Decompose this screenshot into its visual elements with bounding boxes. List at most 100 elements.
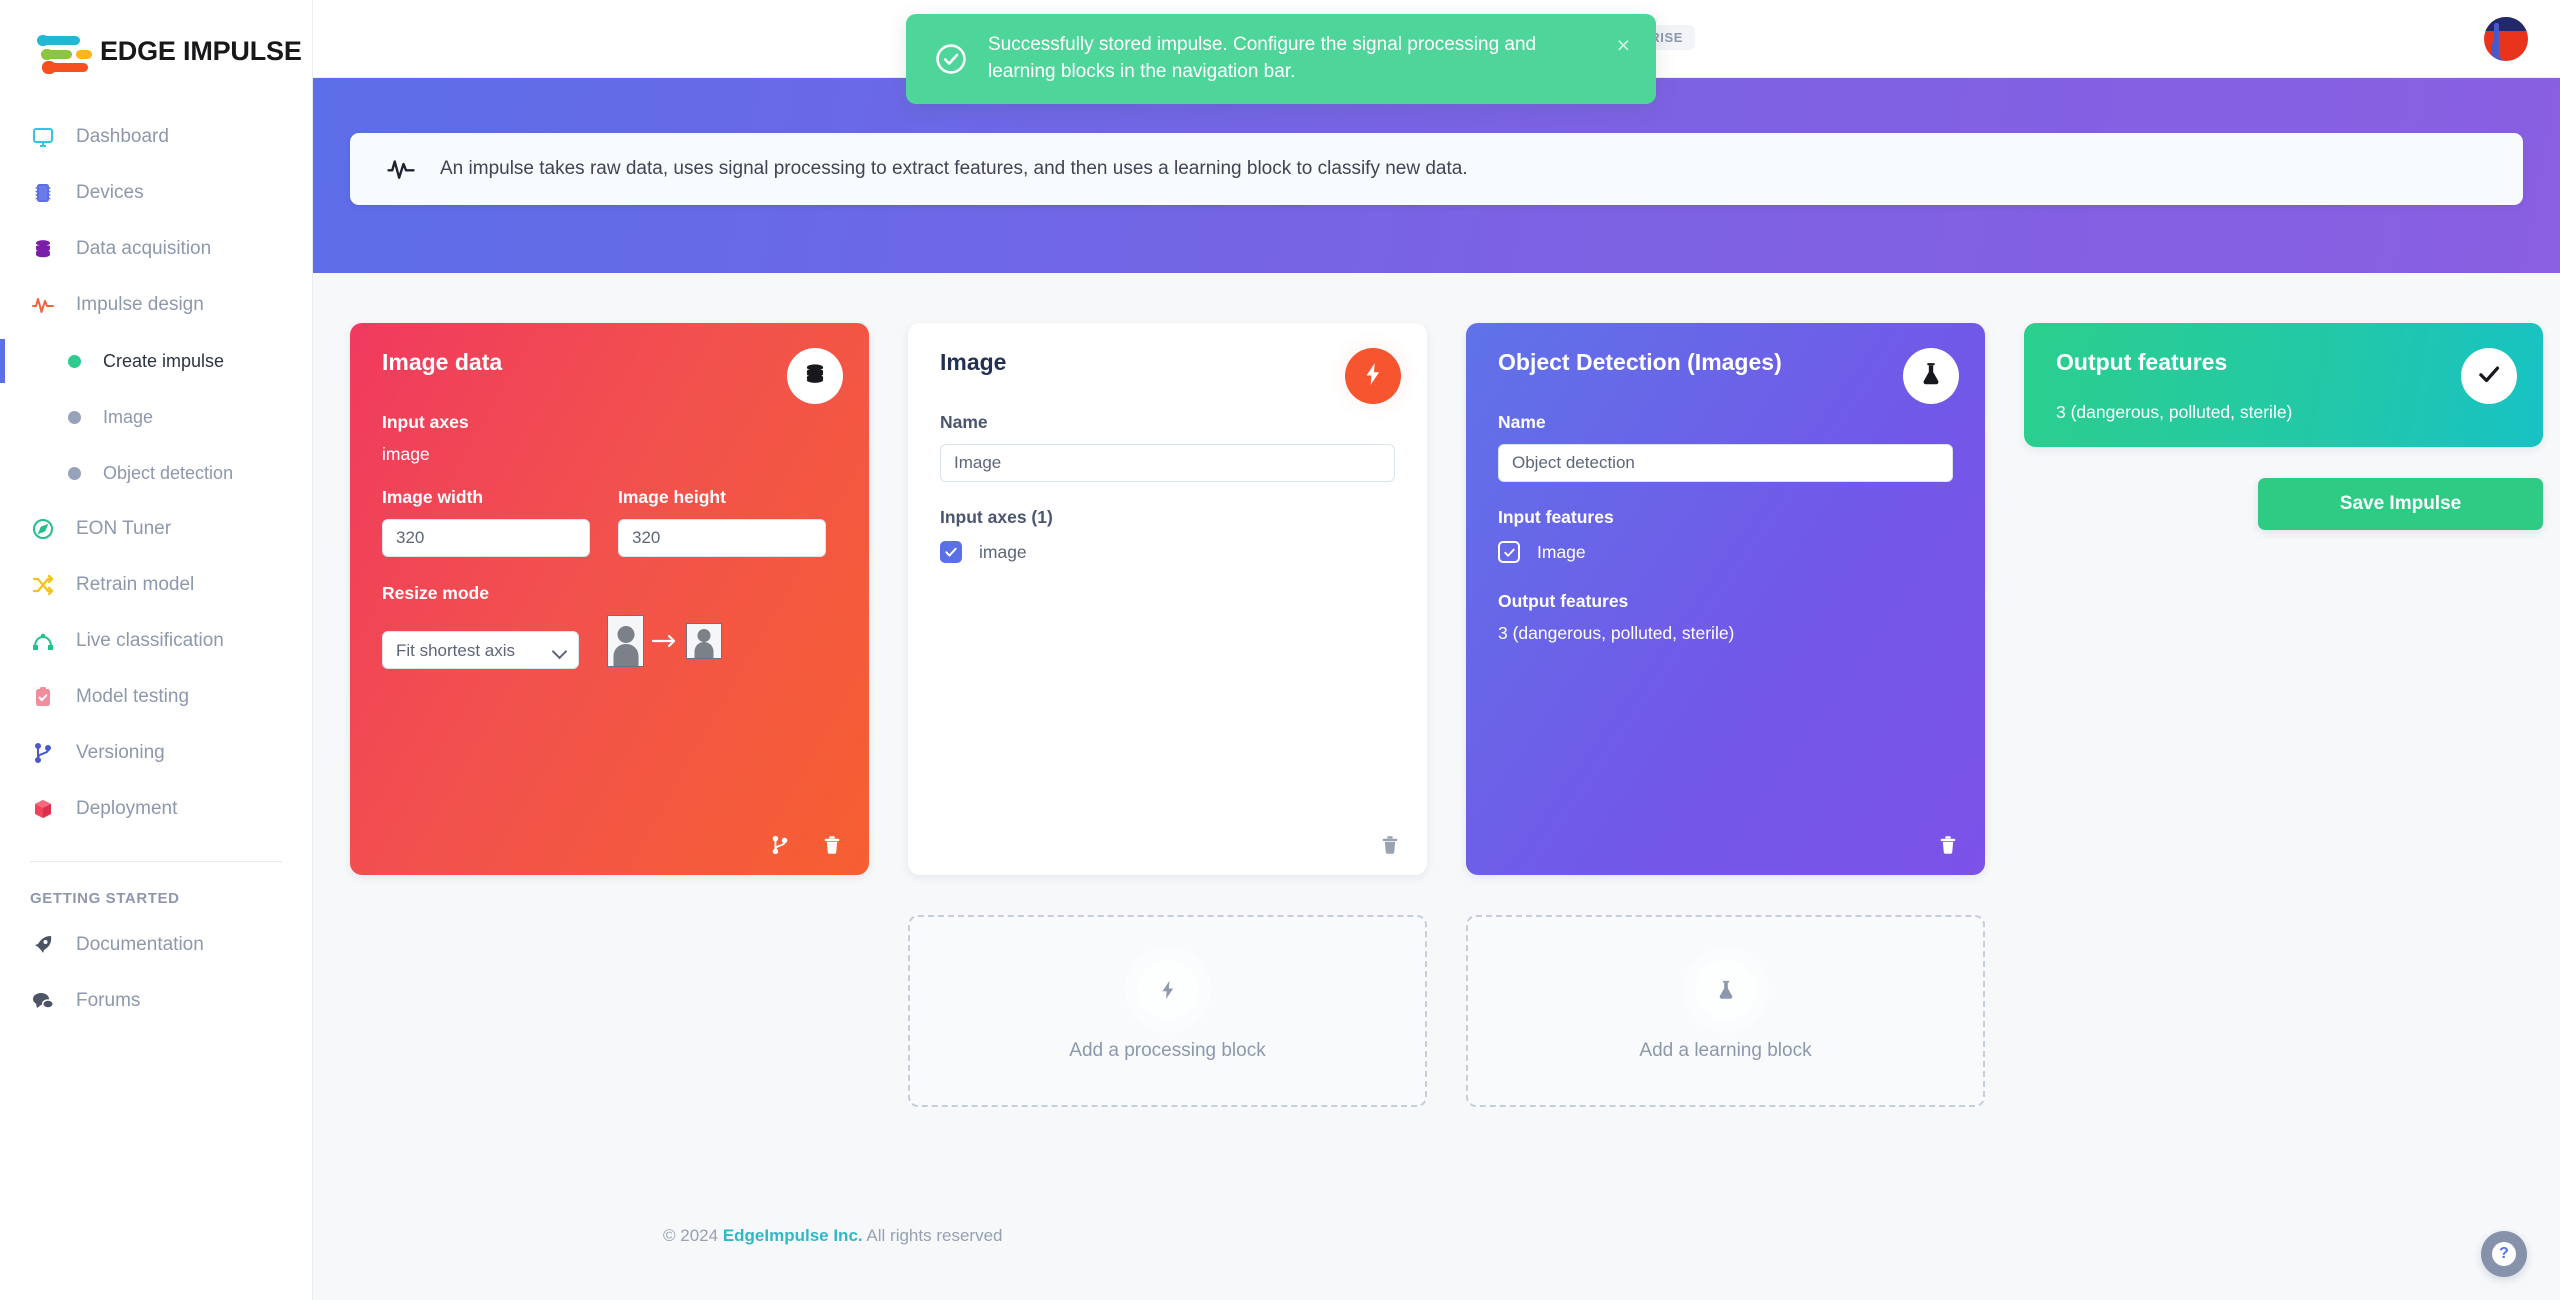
output-features-card: Output features 3 (dangerous, polluted, … — [2024, 323, 2543, 447]
sidebar-nav: Dashboard Devices Data acquisition Impul… — [0, 109, 312, 1029]
database-icon — [802, 361, 828, 392]
output-features-label: Output features — [1498, 591, 1629, 611]
footer-copyright: © 2024 — [663, 1226, 719, 1245]
git-branch-icon[interactable] — [769, 833, 791, 857]
sidebar-item-label: Data acquisition — [76, 238, 212, 259]
sidebar-subitem-label: Object detection — [103, 462, 234, 483]
flask-icon — [1695, 960, 1756, 1020]
sidebar-item-label: Documentation — [76, 934, 204, 955]
sidebar-item-data-acquisition[interactable]: Data acquisition — [0, 221, 312, 277]
sidebar-item-label: Impulse design — [76, 294, 204, 315]
edge-impulse-logo-icon — [36, 31, 92, 74]
feature-checkbox-row: Image — [1498, 541, 1953, 563]
input-features-label: Input features — [1498, 507, 1614, 527]
footer: © 2024 EdgeImpulse Inc. All rights reser… — [663, 1226, 1002, 1246]
arrow-right-icon — [651, 633, 678, 649]
output-features-value: 3 (dangerous, polluted, sterile) — [2056, 402, 2293, 422]
sidebar-item-versioning[interactable]: Versioning — [0, 725, 312, 781]
sidebar-item-label: Dashboard — [76, 126, 169, 147]
clipboard-check-icon — [30, 684, 56, 710]
image-height-label: Image height — [618, 487, 726, 507]
trash-icon[interactable] — [1379, 833, 1401, 857]
sidebar-item-documentation[interactable]: Documentation — [0, 917, 312, 973]
sidebar-item-retrain-model[interactable]: Retrain model — [0, 557, 312, 613]
image-feature-checkbox[interactable] — [1498, 541, 1520, 563]
square-image-icon — [686, 623, 722, 659]
dot-icon — [68, 354, 81, 368]
sidebar-item-image[interactable]: Image — [0, 389, 312, 445]
sidebar: EDGE IMPULSE Dashboard Devices Data acqu… — [0, 0, 313, 1300]
card-footer-actions — [1379, 833, 1401, 857]
processing-block-card: Image Name Input axes (1) image — [908, 323, 1427, 875]
sidebar-subitem-label: Image — [103, 406, 154, 427]
sidebar-item-devices[interactable]: Devices — [0, 165, 312, 221]
image-width-input[interactable] — [382, 519, 590, 557]
sidebar-item-object-detection[interactable]: Object detection — [0, 445, 312, 501]
trash-icon[interactable] — [821, 833, 843, 857]
resize-mode-select[interactable]: Fit shortest axisFit longest axisSquashC… — [382, 631, 579, 669]
main-content: Image data Input axes image Image width … — [313, 273, 2560, 1300]
save-impulse-button[interactable]: Save Impulse — [2258, 478, 2543, 530]
monitor-icon — [30, 124, 56, 150]
footer-company[interactable]: EdgeImpulse Inc. — [723, 1226, 863, 1245]
sidebar-item-label: Versioning — [76, 742, 165, 763]
git-branch-icon — [30, 740, 56, 766]
card-title: Image data — [382, 349, 503, 375]
dot-icon — [68, 466, 81, 480]
impulse-info-text: An impulse takes raw data, uses signal p… — [440, 158, 1468, 179]
trash-icon[interactable] — [1937, 833, 1959, 857]
learning-block-card: Object Detection (Images) Name Input fea… — [1466, 323, 1985, 875]
sidebar-item-create-impulse[interactable]: Create impulse — [0, 333, 312, 389]
avatar[interactable] — [2484, 17, 2528, 61]
add-processing-block[interactable]: Add a processing block — [908, 915, 1427, 1107]
sidebar-item-live-classification[interactable]: Live classification — [0, 613, 312, 669]
name-label: Name — [1498, 412, 1546, 432]
sidebar-item-forums[interactable]: Forums — [0, 973, 312, 1029]
input-axes-value: image — [382, 444, 430, 464]
impulse-info-card: An impulse takes raw data, uses signal p… — [350, 133, 2523, 205]
sidebar-item-impulse-design[interactable]: Impulse design — [0, 277, 312, 333]
add-learning-block[interactable]: Add a learning block — [1466, 915, 1985, 1107]
learning-name-input[interactable] — [1498, 444, 1953, 482]
feature-label: Image — [1537, 541, 1586, 562]
lightning-icon — [1137, 960, 1198, 1020]
sidebar-item-deployment[interactable]: Deployment — [0, 781, 312, 837]
input-axes-label: Input axes (1) — [940, 507, 1053, 527]
sidebar-item-eon-tuner[interactable]: EON Tuner — [0, 501, 312, 557]
processing-name-input[interactable] — [940, 444, 1395, 482]
question-mark-icon: ? — [2492, 1242, 2516, 1266]
check-icon — [2476, 361, 2502, 392]
help-button[interactable]: ? — [2481, 1231, 2527, 1277]
sidebar-item-label: Live classification — [76, 630, 224, 651]
brand-logo[interactable]: EDGE IMPULSE — [0, 0, 312, 74]
sidebar-subitem-label: Create impulse — [103, 350, 225, 371]
check-circle-icon — [934, 42, 968, 76]
card-footer-actions — [769, 833, 843, 857]
database-badge — [787, 348, 843, 404]
dot-icon — [68, 410, 81, 424]
sidebar-item-dashboard[interactable]: Dashboard — [0, 109, 312, 165]
resize-preview — [607, 615, 722, 669]
sidebar-item-model-testing[interactable]: Model testing — [0, 669, 312, 725]
image-height-input[interactable] — [618, 519, 826, 557]
sidebar-item-label: Retrain model — [76, 574, 195, 595]
rocket-icon — [30, 932, 56, 958]
brand-name: EDGE IMPULSE — [100, 35, 302, 66]
impulse-wave-icon — [386, 154, 416, 184]
sidebar-item-label: Model testing — [76, 686, 190, 707]
image-axis-checkbox[interactable] — [940, 541, 962, 563]
sidebar-item-label: Devices — [76, 182, 144, 203]
close-icon[interactable]: × — [1617, 34, 1630, 57]
add-processing-block-label: Add a processing block — [1069, 1040, 1266, 1061]
box-icon — [30, 796, 56, 822]
output-features-value: 3 (dangerous, polluted, sterile) — [1498, 623, 1735, 643]
database-icon — [30, 236, 56, 262]
card-title: Output features — [2056, 349, 2228, 375]
chip-icon — [30, 180, 56, 206]
chat-icon — [30, 988, 56, 1014]
portrait-image-icon — [607, 615, 644, 667]
pulse-icon — [30, 292, 56, 318]
flask-icon — [1918, 361, 1944, 392]
add-learning-block-label: Add a learning block — [1639, 1040, 1812, 1061]
lightning-badge — [1345, 348, 1401, 404]
